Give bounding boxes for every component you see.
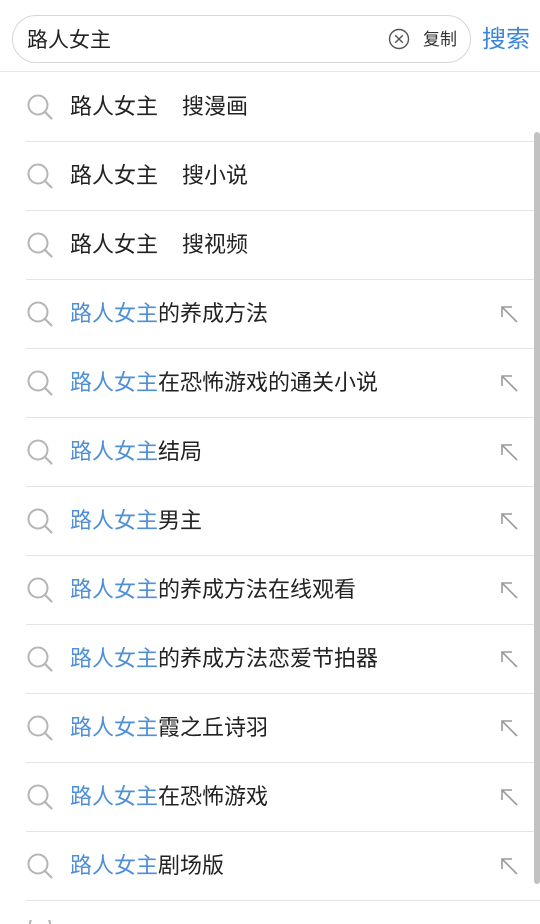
suggestion-keyword: 路人女主 xyxy=(70,440,159,465)
close-circle-icon[interactable] xyxy=(388,28,410,50)
search-box[interactable]: 复制 xyxy=(12,15,471,63)
suggestion-suffix: 搜视频 xyxy=(182,233,249,258)
suggestion-suffix: 的养成方法 xyxy=(158,302,269,327)
suggestion-text: 路人女主的养成方法在线观看 xyxy=(70,574,356,608)
suggestion-text: 路人女主 搜漫画 xyxy=(70,91,248,125)
suggestion-item[interactable]: 路人女主的养成方法 xyxy=(26,280,540,349)
suggestion-item[interactable]: 路人女主的养成方法恋爱节拍器 xyxy=(26,625,540,694)
suggestion-text: 路人女主剧场版 xyxy=(70,850,224,884)
search-icon xyxy=(27,853,53,879)
suggestion-keyword: 路人女主 xyxy=(70,854,159,879)
suggestion-item[interactable]: 路人女主霞之丘诗羽 xyxy=(26,694,540,763)
suggestion-text: 路人女主结局 xyxy=(70,436,202,470)
suggestion-keyword: 路人女主 xyxy=(70,785,159,810)
suggestion-keyword: 路人女主 xyxy=(70,647,159,672)
suggestion-suffix: 男主 xyxy=(158,509,203,534)
search-page: 复制 搜索 路人女主搜漫画 路人女主搜小说 路人女主搜视频 xyxy=(0,0,540,924)
suggestion-keyword: 路人女主 xyxy=(70,509,159,534)
suggestion-text: 路人女主 搜视频 xyxy=(70,229,248,263)
search-icon xyxy=(27,94,53,120)
suggestion-text: 路人女主在恐怖游戏 xyxy=(70,781,268,815)
suggestion-item[interactable]: 路人女主剧场版 xyxy=(26,832,540,901)
suggestion-suffix: 搜漫画 xyxy=(182,95,249,120)
scrollbar[interactable] xyxy=(534,132,540,884)
suggestion-text: 路人女主的养成方法恋爱节拍器 xyxy=(70,643,378,677)
arrow-up-left-icon[interactable] xyxy=(500,650,520,670)
suggestion-item[interactable]: 路人女主 搜视频 xyxy=(26,211,540,280)
suggestion-item[interactable]: 路人女主 搜小说 xyxy=(26,142,540,211)
suggestion-item[interactable]: 路人女主在恐怖游戏的通关小说 xyxy=(26,349,540,418)
search-icon xyxy=(27,646,53,672)
search-icon xyxy=(27,577,53,603)
suggestion-item[interactable]: 路人女主的养成方法在线观看 xyxy=(26,556,540,625)
search-button[interactable]: 搜索 xyxy=(482,22,530,56)
arrow-up-left-icon[interactable] xyxy=(500,581,520,601)
arrow-up-left-icon[interactable] xyxy=(500,788,520,808)
search-input[interactable] xyxy=(27,16,387,62)
search-icon xyxy=(27,715,53,741)
search-icon xyxy=(29,920,51,924)
suggestion-keyword: 路人女主 xyxy=(70,302,159,327)
search-icon xyxy=(27,163,53,189)
suggestion-keyword: 路人女主 xyxy=(70,95,159,120)
search-header: 复制 搜索 xyxy=(0,0,540,72)
suggestion-item[interactable]: 路人女主 搜漫画 xyxy=(26,73,540,142)
suggestion-keyword: 路人女主 xyxy=(70,164,159,189)
suggestion-suffix: 的养成方法恋爱节拍器 xyxy=(158,647,379,672)
suggestion-item[interactable]: 路人女主男主 xyxy=(26,487,540,556)
suggestion-text: 路人女主霞之丘诗羽 xyxy=(70,712,268,746)
suggestion-suffix: 的养成方法在线观看 xyxy=(158,578,357,603)
suggestion-item[interactable]: 路人女主在恐怖游戏 xyxy=(26,763,540,832)
copy-button[interactable]: 复制 xyxy=(423,26,457,54)
suggestion-list: 路人女主 搜漫画 路人女主 搜小说 路人女主 搜视频 路人女主的养成方法 路人女… xyxy=(0,73,540,901)
suggestion-text: 路人女主在恐怖游戏的通关小说 xyxy=(70,367,378,401)
arrow-up-left-icon[interactable] xyxy=(500,857,520,877)
suggestion-suffix: 结局 xyxy=(158,440,203,465)
suggestion-keyword: 路人女主 xyxy=(70,716,159,741)
arrow-up-left-icon[interactable] xyxy=(500,374,520,394)
suggestion-suffix: 在恐怖游戏的通关小说 xyxy=(158,371,379,396)
search-icon xyxy=(27,784,53,810)
suggestion-keyword: 路人女主 xyxy=(70,578,159,603)
suggestion-suffix: 在恐怖游戏 xyxy=(158,785,269,810)
search-icon xyxy=(27,439,53,465)
arrow-up-left-icon[interactable] xyxy=(500,719,520,739)
arrow-up-left-icon[interactable] xyxy=(500,443,520,463)
suggestion-suffix: 霞之丘诗羽 xyxy=(158,716,269,741)
suggestion-text: 路人女主男主 xyxy=(70,505,202,539)
arrow-up-left-icon[interactable] xyxy=(500,512,520,532)
suggestion-keyword: 路人女主 xyxy=(70,371,159,396)
suggestion-text: 路人女主的养成方法 xyxy=(70,298,268,332)
suggestion-text: 路人女主 搜小说 xyxy=(70,160,248,194)
search-icon xyxy=(27,301,53,327)
suggestion-suffix: 搜小说 xyxy=(182,164,249,189)
suggestion-keyword: 路人女主 xyxy=(70,233,159,258)
search-icon xyxy=(27,232,53,258)
search-icon xyxy=(27,508,53,534)
suggestion-item[interactable]: 路人女主结局 xyxy=(26,418,540,487)
search-icon xyxy=(27,370,53,396)
arrow-up-left-icon[interactable] xyxy=(500,305,520,325)
suggestion-suffix: 剧场版 xyxy=(158,854,225,879)
